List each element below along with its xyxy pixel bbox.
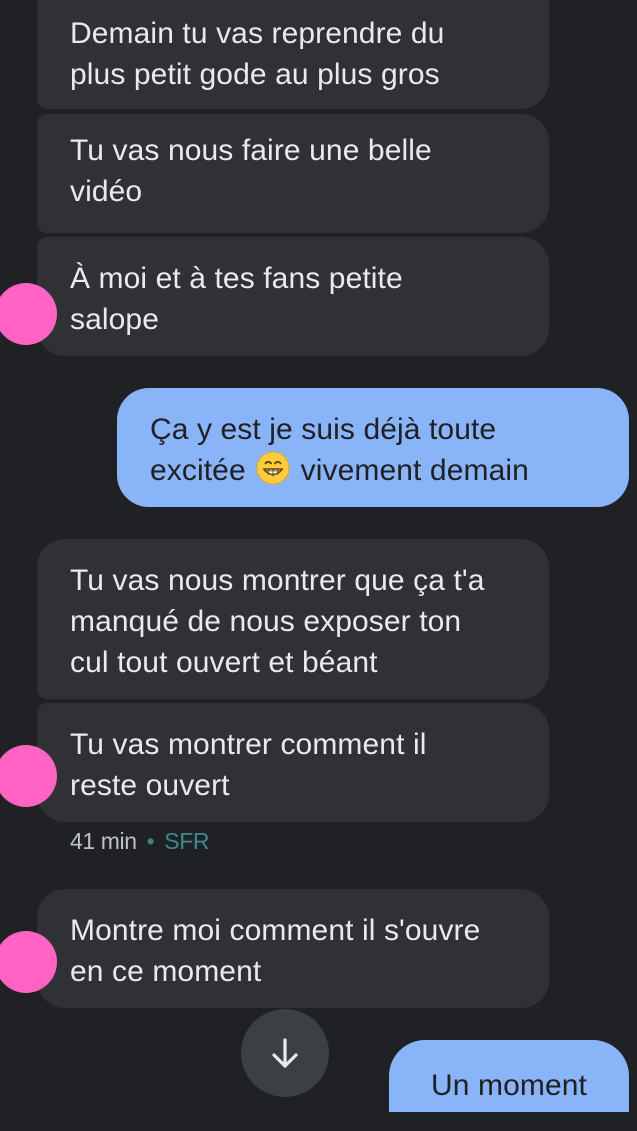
message-line: reste ouvert <box>70 769 230 802</box>
separator: • <box>146 828 155 854</box>
message-timestamp: 41 min • SFR <box>70 828 210 855</box>
incoming-message[interactable]: Demain tu vas reprendre du plus petit go… <box>37 0 549 109</box>
message-line: cul tout ouvert et béant <box>70 646 378 679</box>
arrow-down-icon <box>272 1038 298 1068</box>
message-line: Tu vas nous montrer que ça t'a <box>70 564 485 597</box>
incoming-message[interactable]: Montre moi comment il s'ouvre en ce mome… <box>0 889 549 1008</box>
message-line: Ça y est je suis déjà toute <box>150 413 497 446</box>
contact-avatar[interactable] <box>0 931 57 993</box>
message-line: Tu vas montrer comment il <box>70 728 427 761</box>
message-text: vivement demain <box>300 454 529 487</box>
contact-avatar[interactable] <box>0 283 57 345</box>
carrier-label: SFR <box>164 828 210 854</box>
outgoing-message[interactable]: Ça y est je suis déjà toute excitée vive… <box>117 388 629 507</box>
message-line: Un moment <box>431 1069 587 1102</box>
message-line: manqué de nous exposer ton <box>70 605 462 638</box>
message-line: vidéo <box>70 175 143 208</box>
conversation-screen: Demain tu vas reprendre du plus petit go… <box>0 0 637 1131</box>
message-line: Tu vas nous faire une belle <box>70 134 432 167</box>
message-line: plus petit gode au plus gros <box>70 58 440 91</box>
incoming-message[interactable]: Tu vas nous montrer que ça t'a manqué de… <box>37 539 549 699</box>
message-line: en ce moment <box>70 955 262 988</box>
message-line: salope <box>70 303 160 336</box>
grinning-face-emoji <box>256 451 290 485</box>
outgoing-message[interactable]: Un moment <box>389 1040 629 1112</box>
message-line: excitée vivement demain <box>150 450 611 491</box>
incoming-message[interactable]: À moi et à tes fans petite salope <box>0 237 549 356</box>
message-text: excitée <box>150 454 246 487</box>
message-line: Montre moi comment il s'ouvre <box>70 914 481 947</box>
message-line: Demain tu vas reprendre du <box>70 17 445 50</box>
message-line: À moi et à tes fans petite <box>70 262 403 295</box>
contact-avatar[interactable] <box>0 745 57 807</box>
scroll-down-button[interactable] <box>241 1009 329 1097</box>
incoming-message[interactable]: Tu vas montrer comment il reste ouvert <box>0 703 549 822</box>
incoming-message[interactable]: Tu vas nous faire une belle vidéo <box>37 114 549 233</box>
time-label: 41 min <box>70 828 137 854</box>
